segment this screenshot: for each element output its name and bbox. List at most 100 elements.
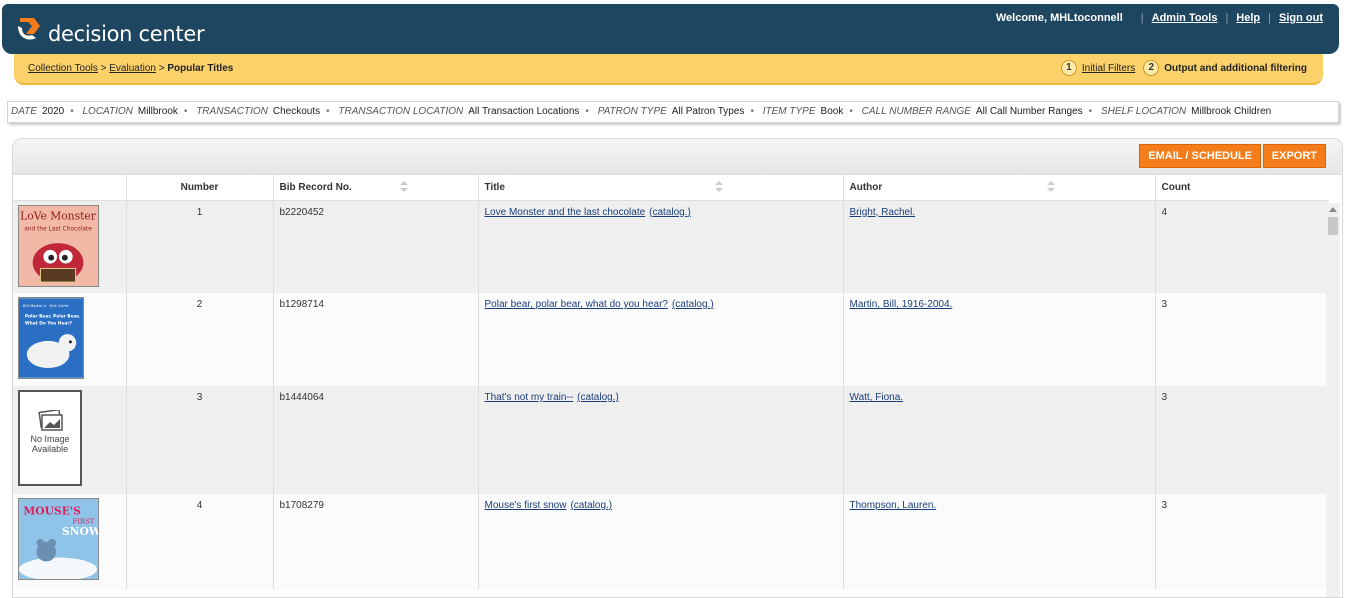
breadcrumb-bar: Collection Tools > Evaluation > Popular … [14,54,1323,85]
cover-author: Bill Martin Jr · Eric Carle [23,303,69,308]
column-header-bib-record[interactable]: Bib Record No. [272,175,478,201]
count-cell: 4 [1154,200,1329,293]
filter-key: TRANSACTION LOCATION [338,106,464,117]
catalog-link[interactable]: (catalog.) [649,207,691,218]
column-header-label: Title [484,181,505,193]
nav-separator: | [1140,12,1144,24]
bib-record-cell: b1444064 [272,386,478,494]
column-header-title[interactable]: Title [477,175,843,201]
table-row: No Image Available 3 b1444064 That's not… [13,386,1329,494]
sort-icon[interactable] [1046,181,1055,193]
filter-key: SHELF LOCATION [1100,106,1187,117]
breadcrumb-separator: > [100,63,107,74]
filter-key: DATE [11,106,37,117]
author-link[interactable]: Watt, Fiona. [850,392,904,403]
breadcrumb-separator: > [158,63,165,74]
sort-icon[interactable] [399,181,408,193]
filter-separator: • [585,106,589,117]
filter-key: LOCATION [82,106,133,117]
book-cover-image[interactable]: MOUSE'S FIRST SNOW [18,498,99,580]
filter-separator: • [750,106,754,117]
filter-separator: • [183,106,188,117]
title-link[interactable]: Love Monster and the last chocolate [485,207,646,218]
wizard-steps: 1 Initial Filters 2 Output and additiona… [1060,60,1307,76]
column-header-label: Author [849,181,883,193]
no-image-label-line2: Available [31,444,69,454]
app-header: decision center Welcome, MHLtoconnell | … [2,4,1339,54]
email-schedule-button[interactable]: EMAIL / SCHEDULE [1139,144,1261,168]
filter-separator: • [70,106,74,117]
top-nav: Welcome, MHLtoconnell | Admin Tools | He… [996,12,1323,24]
bib-record-cell: b1708279 [272,494,478,589]
step-1-badge: 1 [1060,60,1077,76]
title-link[interactable]: Mouse's first snow [485,500,567,511]
filter-key: TRANSACTION [196,106,268,117]
results-table: Number Bib Record No. Title Author Count… [13,175,1329,589]
cover-subtitle: and the Last Chocolate [24,226,92,232]
book-cover-image[interactable]: Bill Martin Jr · Eric Carle Polar Bear, … [18,297,84,379]
bib-record-cell: b1298714 [272,293,478,386]
cover-cell: No Image Available [13,386,126,494]
table-row: MOUSE'S FIRST SNOW 4 b1708279 Mouse's fi… [13,494,1329,589]
filter-value: Book [820,106,844,117]
column-header-number[interactable]: Number [125,175,273,201]
filter-value: Checkouts [272,106,321,117]
sort-icon[interactable] [714,181,723,193]
breadcrumb-collection-tools[interactable]: Collection Tools [28,63,98,74]
help-link[interactable]: Help [1236,12,1260,24]
step-output-label: Output and additional filtering [1164,62,1307,74]
cover-cell: Bill Martin Jr · Eric Carle Polar Bear, … [13,293,126,386]
filter-value: All Transaction Locations [468,106,580,117]
catalog-link[interactable]: (catalog.) [577,392,619,403]
export-button[interactable]: EXPORT [1262,144,1326,168]
title-cell: Polar bear, polar bear, what do you hear… [477,293,843,386]
brand-name: decision center [48,22,205,46]
column-header-label: Bib Record No. [279,181,352,193]
scrollbar-thumb[interactable] [1328,217,1338,235]
cover-title-line3: SNOW [62,525,99,538]
scroll-up-arrow-icon[interactable] [1329,207,1337,212]
author-cell: Watt, Fiona. [842,386,1155,494]
title-cell: That's not my train-- (catalog.) [477,386,843,494]
number-cell: 4 [125,494,273,589]
image-placeholder-icon [38,408,63,431]
breadcrumb: Collection Tools > Evaluation > Popular … [28,63,233,74]
filter-value: All Patron Types [671,106,745,117]
filter-separator: • [849,106,853,117]
number-cell: 2 [125,293,273,386]
author-cell: Bright, Rachel. [842,200,1155,293]
book-cover-image[interactable]: LoVe Monster and the Last Chocolate [18,204,99,287]
cover-title: MOUSE'S [23,505,81,518]
filter-value: 2020 [41,106,65,117]
catalog-link[interactable]: (catalog.) [672,299,714,310]
column-header-count[interactable]: Count [1154,175,1329,201]
author-cell: Thompson, Lauren. [842,494,1155,589]
sign-out-link[interactable]: Sign out [1279,12,1323,24]
filter-value: Millbrook Children [1191,106,1272,117]
author-link[interactable]: Bright, Rachel. [850,207,916,218]
author-cell: Martin, Bill, 1916-2004. [842,293,1155,386]
title-link[interactable]: Polar bear, polar bear, what do you hear… [485,299,668,310]
number-cell: 3 [125,386,273,494]
welcome-text: Welcome, MHLtoconnell [995,12,1123,24]
vertical-scrollbar[interactable] [1326,203,1340,597]
cover-cell: MOUSE'S FIRST SNOW [13,494,126,589]
number-cell: 1 [125,200,273,293]
count-cell: 3 [1154,494,1329,589]
column-header-author[interactable]: Author [842,175,1155,201]
no-image-placeholder: No Image Available [18,390,82,486]
breadcrumb-current: Popular Titles [167,63,234,74]
title-link[interactable]: That's not my train-- [485,392,574,403]
step-initial-filters-link[interactable]: Initial Filters [1082,63,1135,74]
catalog-link[interactable]: (catalog.) [570,500,612,511]
column-header-cover [13,175,126,201]
filter-separator: • [326,106,330,117]
decision-center-logo-icon[interactable] [14,14,44,44]
filter-value: Millbrook [137,106,178,117]
admin-tools-link[interactable]: Admin Tools [1152,12,1218,24]
filter-key: PATRON TYPE [597,106,667,117]
filter-key: ITEM TYPE [762,106,816,117]
author-link[interactable]: Martin, Bill, 1916-2004. [850,299,953,310]
author-link[interactable]: Thompson, Lauren. [850,500,937,511]
breadcrumb-evaluation[interactable]: Evaluation [109,63,156,74]
